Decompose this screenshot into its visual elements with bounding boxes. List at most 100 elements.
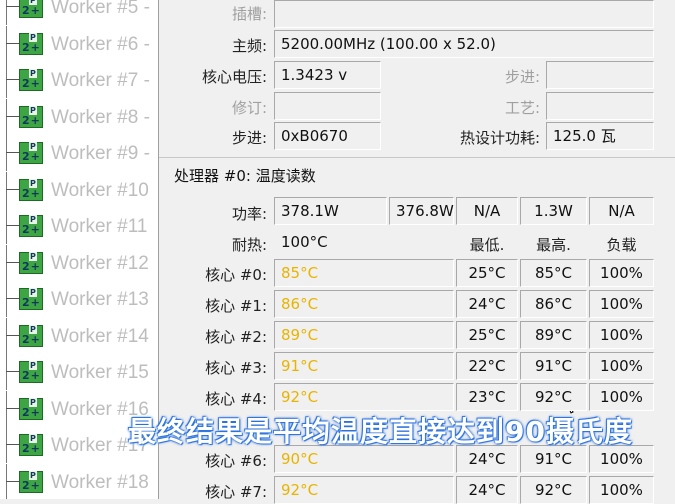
tree-connector: [6, 6, 20, 7]
frequency-field: 5200.00MHz (100.00 x 52.0): [274, 30, 654, 58]
core-min-temperature: 24°C: [456, 290, 518, 318]
worker-tree-item[interactable]: P 2+ Worker #11: [0, 208, 158, 244]
tree-line: [6, 98, 7, 135]
tree-connector: [6, 334, 20, 336]
tree-connector: [6, 188, 20, 190]
tree-connector: [6, 152, 20, 153]
processor-icon: P 2+: [19, 32, 43, 55]
core-max-temperature: 91°C: [520, 352, 587, 380]
power-value-4: 1.3W: [520, 197, 587, 225]
core-max-temperature: 86°C: [520, 290, 587, 318]
stepping-field-dim: [546, 61, 654, 89]
tree-connector: [6, 298, 20, 299]
tree-line: [6, 427, 7, 463]
worker-tree-item[interactable]: P 2+ Worker #13: [0, 281, 158, 317]
worker-tree-item[interactable]: P 2+ Worker #18: [0, 463, 158, 499]
tree-line: [6, 0, 7, 25]
worker-label: Worker #6 -: [51, 33, 150, 55]
worker-label: Worker #5 -: [51, 0, 150, 18]
tree-line: [6, 62, 7, 98]
core-load: 100%: [589, 383, 654, 411]
tjmax-value: 100°C: [274, 228, 454, 256]
core-load: 100%: [589, 290, 654, 318]
worker-tree-item[interactable]: P 2+ Worker #6 -: [0, 25, 158, 62]
core-temperature: 92°C: [274, 476, 454, 504]
processor-icon: P 2+: [19, 470, 43, 493]
processor-icon: P 2+: [19, 142, 43, 164]
tree-connector: [6, 79, 20, 80]
worker-label: Worker #10: [51, 179, 149, 201]
worker-label: Worker #13: [51, 289, 149, 310]
tjmax-label: 耐热:: [231, 236, 267, 254]
core-max-temperature: 89°C: [520, 321, 587, 349]
worker-label: Worker #18: [51, 471, 149, 493]
stepping-field: 0xB0670: [274, 122, 381, 150]
load-column-header: 负载: [606, 236, 637, 254]
tdp-field: 125.0 瓦: [546, 122, 654, 150]
stepping-label-dim: 步进:: [504, 68, 540, 86]
core-min-temperature: 22°C: [456, 352, 518, 380]
worker-tree-item[interactable]: P 2+ Worker #5 -: [0, 0, 158, 25]
worker-tree-item[interactable]: P 2+ Worker #12: [0, 244, 158, 281]
processor-icon: P 2+: [19, 361, 43, 383]
core-label: 核心 #1:: [205, 297, 267, 315]
core-label: 核心 #0:: [205, 266, 267, 284]
core-max-temperature: 92°C: [520, 383, 587, 411]
power-value-5: N/A: [589, 197, 654, 225]
processor-icon: P 2+: [19, 69, 43, 91]
core-load: 100%: [589, 259, 654, 287]
processor-icon: P 2+: [19, 0, 43, 18]
processor-icon: P 2+: [19, 397, 43, 420]
revision-label: 修订:: [231, 99, 267, 117]
core-max-temperature: 85°C: [520, 259, 587, 287]
processor-icon: P 2+: [19, 251, 43, 274]
worker-tree-item[interactable]: P 2+ Worker #10: [0, 171, 158, 208]
power-value-2: 376.8W: [389, 197, 454, 225]
tree-line: [6, 171, 7, 208]
tree-connector: [6, 371, 20, 372]
tree-connector: [6, 261, 20, 263]
tree-line: [6, 244, 7, 281]
processor-icon: P 2+: [19, 434, 43, 456]
core-load: 100%: [589, 321, 654, 349]
worker-tree-item[interactable]: P 2+ Worker #8 -: [0, 98, 158, 135]
worker-tree-item[interactable]: P 2+ Worker #7 -: [0, 62, 158, 98]
subtitle-caption: 最终结果是平均温度直接达到90摄氏度: [128, 415, 633, 448]
core-load: 100%: [589, 476, 654, 504]
core-temperature: 85°C: [274, 259, 454, 287]
power-value-3: N/A: [456, 197, 518, 225]
max-column-header: 最高.: [536, 236, 571, 254]
tree-line: [6, 25, 7, 62]
core-voltage-label: 核心电压:: [201, 68, 267, 86]
section-divider: [159, 157, 675, 158]
core-min-temperature: 25°C: [456, 259, 518, 287]
worker-label: Worker #14: [51, 325, 149, 347]
tree-line: [6, 281, 7, 317]
core-temperature: 92°C: [274, 383, 454, 411]
processor-icon: P 2+: [19, 288, 43, 310]
min-column-header: 最低.: [469, 236, 505, 254]
core-min-temperature: 25°C: [456, 321, 518, 349]
thermal-section-title: 处理器 #0: 温度读数: [174, 167, 316, 185]
worker-label: Worker #12: [51, 252, 149, 274]
worker-label: Worker #15: [51, 362, 149, 383]
tree-line: [6, 317, 7, 354]
worker-tree-item[interactable]: P 2+ Worker #15: [0, 354, 158, 390]
processor-icon: P 2+: [19, 324, 43, 347]
power-value-1: 378.1W: [274, 197, 387, 225]
worker-tree-item[interactable]: P 2+ Worker #14: [0, 317, 158, 354]
processor-icon: P 2+: [19, 105, 43, 128]
revision-field: [274, 92, 381, 120]
frequency-label: 主频:: [231, 37, 267, 55]
core-min-temperature: 24°C: [456, 476, 518, 504]
core-min-temperature: 23°C: [456, 383, 518, 411]
tdp-label: 热设计功耗:: [459, 129, 540, 147]
worker-label: Worker #7 -: [51, 70, 150, 91]
stepping-label: 步进:: [231, 129, 267, 147]
slot-field: [274, 0, 654, 28]
power-label: 功率:: [231, 205, 267, 223]
worker-tree-item[interactable]: P 2+ Worker #9 -: [0, 135, 158, 171]
tree-line: [6, 390, 7, 427]
tree-connector: [6, 115, 20, 117]
processor-icon: P 2+: [19, 178, 43, 201]
